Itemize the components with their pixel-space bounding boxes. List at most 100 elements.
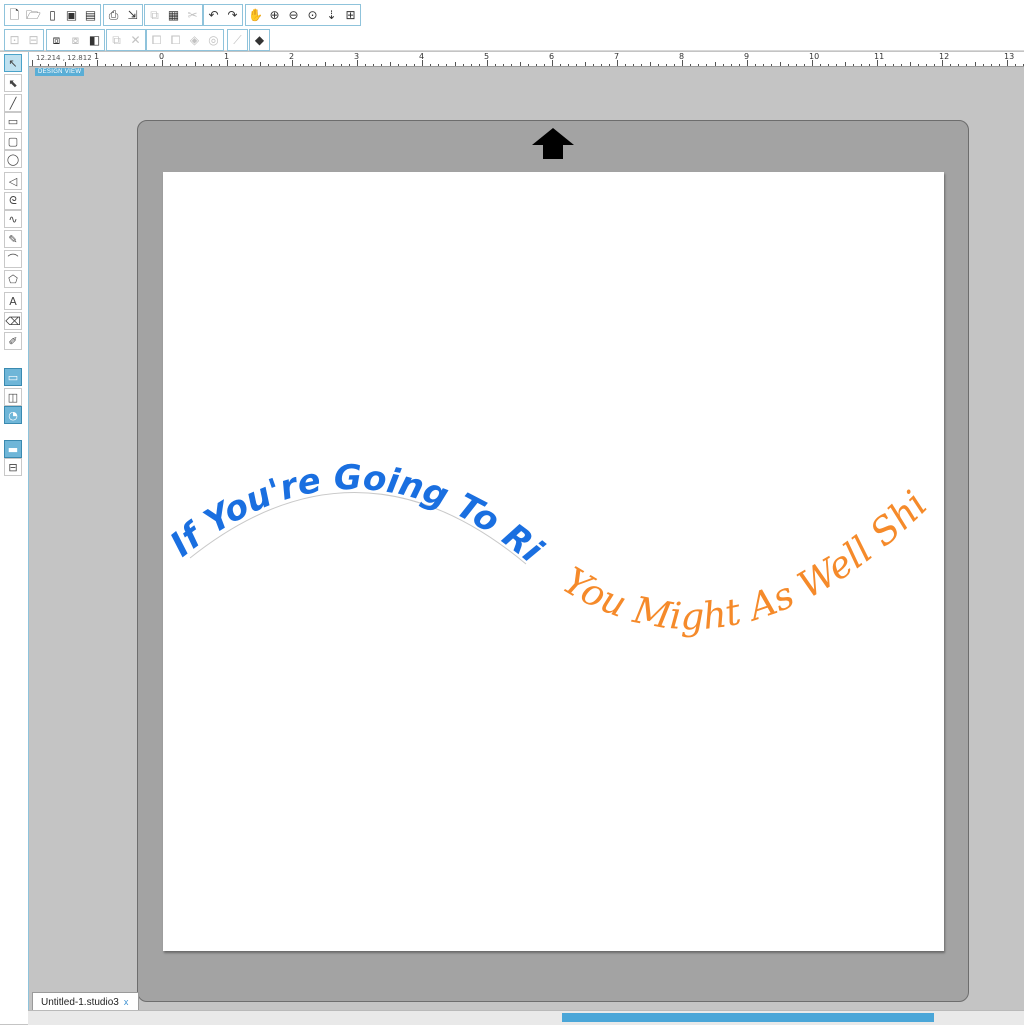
print-icon[interactable]: ⎙ xyxy=(104,5,123,25)
ellipse-tool-icon[interactable]: ◯ xyxy=(4,150,22,168)
zoom-in-icon[interactable]: ⊕ xyxy=(265,5,284,25)
ruler-number: 7 xyxy=(614,52,620,61)
ruler-tick xyxy=(332,64,334,66)
ruler-tick xyxy=(560,64,562,66)
document-tab[interactable]: Untitled-1.studio3 x xyxy=(32,992,140,1010)
trace-icon[interactable]: ◈ xyxy=(185,30,204,50)
ruler-tick xyxy=(714,62,716,66)
zoom-select-icon[interactable]: ⊙ xyxy=(303,5,322,25)
ruler-tick xyxy=(413,64,415,66)
horizontal-ruler[interactable]: 12.214 , 12.812 1 0 1 2 3 4 5 6 7 8 9 10 11 12 13 xyxy=(28,52,1024,67)
ruler-tick xyxy=(438,64,440,66)
ruler-tick xyxy=(283,64,285,66)
scrollbar-thumb[interactable] xyxy=(562,1013,934,1022)
ruler-tick xyxy=(698,64,700,66)
group-icon[interactable]: ⊡ xyxy=(5,30,24,50)
ruler-number: 5 xyxy=(484,52,490,61)
ruler-tick xyxy=(527,64,529,66)
polygon-tool-icon[interactable]: ◁ xyxy=(4,172,22,190)
align-right-icon[interactable]: ⧠ xyxy=(166,30,185,50)
undo-icon[interactable]: ↶ xyxy=(204,5,223,25)
design-page[interactable] xyxy=(163,172,944,951)
close-tab-icon[interactable]: x xyxy=(124,997,129,1007)
ruler-tick xyxy=(966,64,968,66)
print-toolbar-group: ⎙ ⇲ xyxy=(103,4,143,26)
weld-icon[interactable]: ⧉ xyxy=(107,30,126,50)
ruler-tick xyxy=(787,64,789,66)
offset-icon[interactable]: ◎ xyxy=(204,30,223,50)
design-store-icon[interactable]: ◔ xyxy=(4,406,22,424)
cut-icon[interactable]: ✂ xyxy=(183,5,202,25)
page-setup-panel-icon[interactable]: ▭ xyxy=(4,368,22,386)
arc-tool-icon[interactable]: ⌒ xyxy=(4,250,22,268)
drag-zoom-icon[interactable]: ⇣ xyxy=(322,5,341,25)
ruler-tick xyxy=(633,64,635,66)
design-view-icon[interactable]: ▬ xyxy=(4,440,22,458)
ruler-tick xyxy=(592,64,594,66)
text-tool-icon[interactable]: A xyxy=(4,292,22,310)
main-toolbar: 🗋 🗁 ▯ ▣ ▤ ⎙ ⇲ ⧉ ▦ ✂ ↶ ↷ ✋ ⊕ ⊖ ⊙ ⇣ ⊞ xyxy=(0,0,1024,28)
ruler-tick xyxy=(430,64,432,66)
ruler-tick xyxy=(373,64,375,66)
ruler-tick xyxy=(665,64,667,66)
ruler-number: 4 xyxy=(419,52,425,61)
release-compound-icon[interactable]: ⧇ xyxy=(66,30,85,50)
ruler-tick xyxy=(48,64,50,66)
ruler-tick xyxy=(300,64,302,66)
eraser-tool-icon[interactable]: ⌫ xyxy=(4,312,22,330)
knife-tool-icon[interactable]: ✐ xyxy=(4,332,22,350)
save-as-icon[interactable]: ▤ xyxy=(81,5,100,25)
ruler-tick xyxy=(730,64,732,66)
library-panel-icon[interactable]: ◫ xyxy=(4,388,22,406)
align-left-icon[interactable]: ⧠ xyxy=(147,30,166,50)
ruler-tick xyxy=(72,64,74,66)
file-toolbar-group: 🗋 🗁 ▯ ▣ ▤ xyxy=(4,4,101,26)
ruler-tick xyxy=(820,64,822,66)
line-tool-icon[interactable]: ╱ xyxy=(4,94,22,112)
curve-tool-icon[interactable]: ᘓ xyxy=(4,192,22,210)
ruler-tick xyxy=(113,64,115,66)
bring-forward-icon[interactable]: ◧ xyxy=(85,30,104,50)
ruler-tick xyxy=(186,64,188,66)
rectangle-tool-icon[interactable]: ▭ xyxy=(4,112,22,130)
ruler-tick xyxy=(763,64,765,66)
select-tool-icon[interactable]: ↖ xyxy=(4,54,22,72)
delete-icon[interactable]: ✕ xyxy=(126,30,145,50)
ruler-number: 3 xyxy=(354,52,360,61)
pan-hand-icon[interactable]: ✋ xyxy=(246,5,265,25)
new-document-icon[interactable]: 🗋 xyxy=(5,5,24,25)
ruler-tick xyxy=(998,64,1000,66)
copy-icon[interactable]: ⧉ xyxy=(145,5,164,25)
send-to-cutter-icon[interactable]: ⇲ xyxy=(123,5,142,25)
ruler-number: 8 xyxy=(679,52,685,61)
ruler-number: 1 xyxy=(94,52,100,61)
regular-polygon-tool-icon[interactable]: ⬠ xyxy=(4,270,22,288)
point-edit-tool-icon[interactable]: ⬉ xyxy=(4,74,22,92)
knife-icon[interactable]: ⟋ xyxy=(228,30,247,50)
rounded-rectangle-tool-icon[interactable]: ▢ xyxy=(4,132,22,150)
paste-icon[interactable]: ▦ xyxy=(164,5,183,25)
freehand-tool-icon[interactable]: ∿ xyxy=(4,210,22,228)
edit-toolbar-group: ⧉ ▦ ✂ xyxy=(144,4,203,26)
fit-to-page-icon[interactable]: ⊞ xyxy=(341,5,360,25)
ruler-tick xyxy=(32,60,33,66)
ruler-tick xyxy=(121,64,123,66)
make-compound-icon[interactable]: ⧈ xyxy=(47,30,66,50)
group-toolbar-group: ⊡ ⊟ xyxy=(4,29,44,51)
horizontal-scrollbar[interactable] xyxy=(28,1010,1024,1025)
save-icon[interactable]: ▣ xyxy=(62,5,81,25)
layers-icon[interactable]: ◆ xyxy=(250,30,269,50)
split-view-icon[interactable]: ⊟ xyxy=(4,458,22,476)
ruler-tick xyxy=(779,62,781,66)
smooth-freehand-tool-icon[interactable]: ✎ xyxy=(4,230,22,248)
ruler-tick xyxy=(381,64,383,66)
ruler-tick xyxy=(105,64,107,66)
ruler-tick xyxy=(795,64,797,66)
zoom-out-icon[interactable]: ⊖ xyxy=(284,5,303,25)
document-tab-label: Untitled-1.studio3 xyxy=(41,997,119,1008)
redo-icon[interactable]: ↷ xyxy=(223,5,242,25)
open-icon[interactable]: 🗁 xyxy=(24,5,43,25)
ruler-tick xyxy=(80,64,82,66)
open-library-icon[interactable]: ▯ xyxy=(43,5,62,25)
ungroup-icon[interactable]: ⊟ xyxy=(24,30,43,50)
